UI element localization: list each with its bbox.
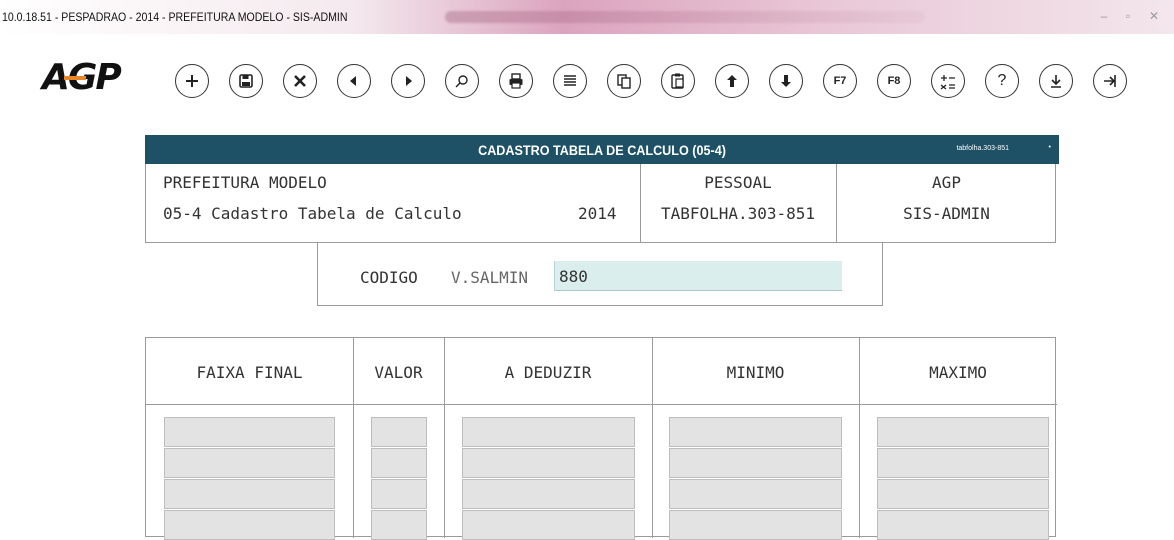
list-button[interactable] — [553, 64, 587, 98]
arrow-down-button[interactable] — [769, 64, 803, 98]
list-icon — [564, 75, 576, 86]
add-icon — [186, 75, 198, 87]
delete-icon — [294, 75, 306, 87]
calc-table: FAIXA FINAL VALOR A DEDUZIR MINIMO MAXIM… — [145, 337, 1057, 540]
maximo-cell[interactable] — [877, 510, 1049, 540]
column-header-minimo: MINIMO — [726, 363, 785, 382]
header-dot: • — [1048, 144, 1051, 151]
arrow-down-icon — [781, 75, 791, 87]
valor-cell[interactable] — [371, 479, 427, 509]
valor-cell[interactable] — [371, 417, 427, 447]
screen-name: 05-4 Cadastro Tabela de Calculo — [163, 204, 462, 223]
f8-button[interactable]: F8 — [877, 64, 911, 98]
blurred-title-extension — [445, 11, 925, 23]
next-button[interactable] — [391, 64, 425, 98]
faixa-final-cell[interactable] — [164, 417, 335, 447]
paste-button[interactable] — [661, 64, 695, 98]
maximize-icon[interactable]: ▫ — [1122, 10, 1134, 22]
column-header-maximo: MAXIMO — [929, 363, 987, 382]
calculator-button[interactable] — [931, 64, 965, 98]
f7-button[interactable]: F7 — [823, 64, 857, 98]
module-name: PESSOAL — [704, 173, 772, 192]
program-code: tabfolha.303-851 — [956, 145, 1009, 152]
codigo-label: CODIGO — [360, 268, 418, 287]
exit-icon — [1104, 75, 1116, 87]
column-header-valor: VALOR — [374, 363, 423, 382]
arrow-up-button[interactable] — [715, 64, 749, 98]
system-name: SIS-ADMIN — [903, 204, 990, 223]
codigo-key: V.SALMIN — [451, 268, 529, 287]
minimo-cell[interactable] — [669, 510, 842, 540]
previous-button[interactable] — [337, 64, 371, 98]
previous-icon — [350, 76, 356, 86]
copy-button[interactable] — [607, 64, 641, 98]
print-icon — [509, 73, 523, 89]
help-button[interactable]: ? — [985, 64, 1019, 98]
search-icon — [455, 75, 468, 88]
program-name: TABFOLHA.303-851 — [660, 204, 816, 223]
vendor-name: AGP — [932, 173, 961, 192]
download-button[interactable] — [1039, 64, 1073, 98]
header-divider — [146, 404, 1057, 405]
year: 2014 — [578, 204, 617, 223]
maximo-cell[interactable] — [877, 448, 1049, 478]
f7-icon: F7 — [833, 75, 847, 87]
agp-logo: AGP — [42, 60, 122, 96]
help-icon: ? — [997, 72, 1007, 89]
close-window-icon[interactable]: ✕ — [1148, 10, 1160, 22]
valor-cell[interactable] — [371, 448, 427, 478]
copy-icon — [617, 74, 631, 89]
arrow-up-icon — [727, 75, 737, 87]
column-header-a-deduzir: A DEDUZIR — [504, 363, 592, 382]
codigo-value-field[interactable]: 880 — [554, 261, 842, 291]
maximo-cell[interactable] — [877, 479, 1049, 509]
a-deduzir-cell[interactable] — [462, 448, 635, 478]
calculator-icon — [940, 75, 955, 90]
info-panel: PREFEITURA MODELO 05-4 Cadastro Tabela d… — [145, 164, 1056, 243]
a-deduzir-cell[interactable] — [462, 417, 635, 447]
minimize-icon[interactable]: – — [1098, 10, 1110, 22]
window-title-bar: 10.0.18.51 - PESPADRAO - 2014 - PREFEITU… — [0, 0, 1174, 34]
print-button[interactable] — [499, 64, 533, 98]
window-title: 10.0.18.51 - PESPADRAO - 2014 - PREFEITU… — [2, 10, 348, 24]
valor-cell[interactable] — [371, 510, 427, 540]
download-icon — [1051, 75, 1061, 88]
screen-title: CADASTRO TABELA DE CALCULO (05-4) — [478, 142, 726, 158]
add-button[interactable] — [175, 64, 209, 98]
a-deduzir-cell[interactable] — [462, 510, 635, 540]
maximo-cell[interactable] — [877, 417, 1049, 447]
search-button[interactable] — [445, 64, 479, 98]
faixa-final-cell[interactable] — [164, 510, 335, 540]
exit-button[interactable] — [1093, 64, 1127, 98]
screen-header: CADASTRO TABELA DE CALCULO (05-4) tabfol… — [145, 135, 1059, 164]
column-header-faixa-final: FAIXA FINAL — [196, 363, 303, 382]
minimo-cell[interactable] — [669, 448, 842, 478]
org-name: PREFEITURA MODELO — [163, 173, 327, 192]
delete-button[interactable] — [283, 64, 317, 98]
minimo-cell[interactable] — [669, 479, 842, 509]
minimo-cell[interactable] — [669, 417, 842, 447]
f8-icon: F8 — [887, 75, 901, 87]
paste-icon — [671, 73, 684, 89]
faixa-final-cell[interactable] — [164, 479, 335, 509]
next-icon — [406, 76, 412, 86]
save-icon — [239, 74, 253, 88]
save-button[interactable] — [229, 64, 263, 98]
codigo-panel: CODIGO V.SALMIN 880 — [317, 243, 883, 306]
a-deduzir-cell[interactable] — [462, 479, 635, 509]
logo-accent-bar — [64, 76, 86, 80]
faixa-final-cell[interactable] — [164, 448, 335, 478]
codigo-value: 880 — [559, 267, 588, 286]
